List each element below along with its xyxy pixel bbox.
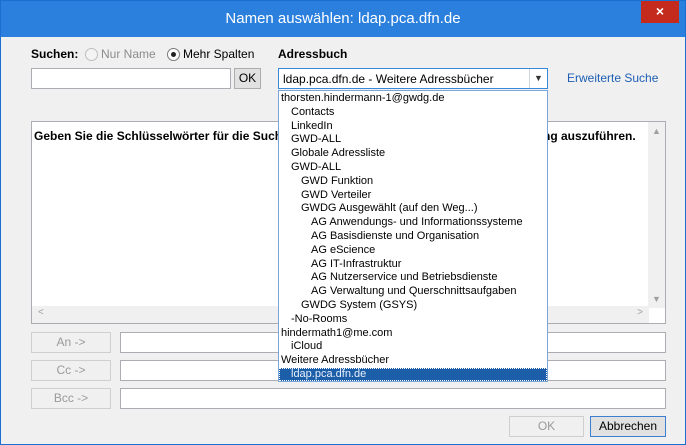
- addressbook-option[interactable]: GWDG System (GSYS): [279, 299, 547, 312]
- ok-button[interactable]: OK: [509, 416, 584, 437]
- scroll-down-icon[interactable]: ▼: [648, 294, 665, 304]
- addressbook-option[interactable]: AG Nutzerservice und Betriebsdienste: [279, 271, 547, 284]
- cc-button[interactable]: Cc ->: [31, 360, 111, 381]
- addressbook-option[interactable]: Weitere Adressbücher: [279, 354, 547, 367]
- addressbook-label: Adressbuch: [278, 47, 348, 61]
- vertical-scrollbar[interactable]: ▲ ▼: [648, 122, 665, 308]
- chevron-down-icon[interactable]: ▼: [529, 69, 547, 88]
- to-button[interactable]: An ->: [31, 332, 111, 353]
- addressbook-option[interactable]: GWD-ALL: [279, 133, 547, 146]
- addressbook-option[interactable]: ldap.pca.dfn.de: [279, 368, 547, 381]
- addressbook-option[interactable]: GWD-ALL: [279, 161, 547, 174]
- dialog-title: Namen auswählen: ldap.pca.dfn.de: [225, 10, 461, 27]
- select-names-dialog: Namen auswählen: ldap.pca.dfn.de × Suche…: [0, 0, 686, 445]
- addressbook-option[interactable]: AG eScience: [279, 244, 547, 257]
- close-button[interactable]: ×: [641, 1, 679, 23]
- addressbook-option[interactable]: LinkedIn: [279, 120, 547, 133]
- addressbook-option[interactable]: -No-Rooms: [279, 313, 547, 326]
- addressbook-option[interactable]: GWD Funktion: [279, 175, 547, 188]
- addressbook-combo-value: ldap.pca.dfn.de - Weitere Adressbücher: [283, 72, 494, 86]
- search-ok-button[interactable]: OK: [234, 68, 261, 89]
- addressbook-option[interactable]: AG Verwaltung und Querschnittsaufgaben: [279, 285, 547, 298]
- addressbook-option[interactable]: hindermath1@me.com: [279, 327, 547, 340]
- addressbook-combo[interactable]: ldap.pca.dfn.de - Weitere Adressbücher ▼: [278, 68, 548, 89]
- addressbook-option[interactable]: Contacts: [279, 106, 547, 119]
- addressbook-option[interactable]: AG Anwendungs- und Informationssysteme: [279, 216, 547, 229]
- radio-more-columns-label: Mehr Spalten: [183, 47, 255, 61]
- bcc-button[interactable]: Bcc ->: [31, 388, 111, 409]
- bcc-field[interactable]: [120, 388, 666, 409]
- addressbook-dropdown-list[interactable]: thorsten.hindermann-1@gwdg.de Contacts Lin…: [278, 90, 548, 382]
- addressbook-option[interactable]: iCloud: [279, 340, 547, 353]
- search-input[interactable]: [31, 68, 231, 89]
- addressbook-option[interactable]: AG Basisdienste und Organisation: [279, 230, 547, 243]
- addressbook-option[interactable]: GWDG Ausgewählt (auf den Weg...): [279, 202, 547, 215]
- search-label: Suchen:: [31, 47, 79, 61]
- addressbook-option[interactable]: Globale Adressliste: [279, 147, 547, 160]
- radio-name-only[interactable]: [85, 48, 98, 61]
- results-info-text: Geben Sie die Schlüsselwörter für die Su…: [34, 129, 636, 143]
- scroll-left-icon[interactable]: <: [38, 307, 44, 318]
- advanced-search-link[interactable]: Erweiterte Suche: [567, 71, 658, 85]
- radio-name-only-label: Nur Name: [101, 47, 156, 61]
- addressbook-option[interactable]: GWD Verteiler: [279, 189, 547, 202]
- addressbook-option[interactable]: thorsten.hindermann-1@gwdg.de: [279, 92, 547, 105]
- addressbook-option[interactable]: AG IT-Infrastruktur: [279, 258, 547, 271]
- title-bar: Namen auswählen: ldap.pca.dfn.de ×: [1, 1, 685, 37]
- scroll-up-icon[interactable]: ▲: [648, 126, 665, 136]
- cancel-button[interactable]: Abbrechen: [590, 416, 666, 437]
- scroll-right-icon[interactable]: >: [637, 307, 643, 318]
- radio-more-columns[interactable]: [167, 48, 180, 61]
